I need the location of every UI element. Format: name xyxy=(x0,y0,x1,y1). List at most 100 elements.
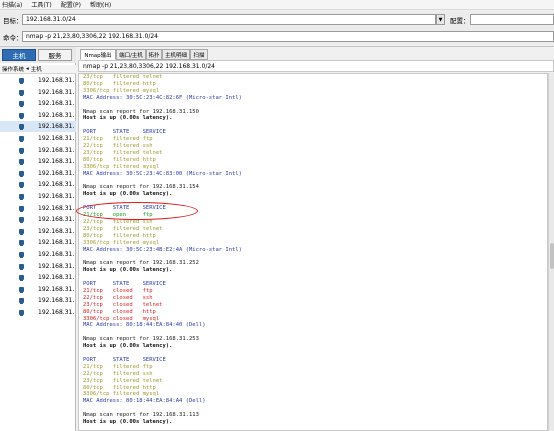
results-panel: Nmap输出 端口/主机 拓扑 主机明细 扫描 nmap -p 21,23,80… xyxy=(78,47,554,431)
host-ip: 192.168.31.1 xyxy=(38,158,74,166)
output-line: MAC Address: 30:5C:23:4C:83:00 (Micro-st… xyxy=(83,170,242,177)
output-line: MAC Address: 30:5C:23:4B:E2:4A (Micro-st… xyxy=(83,246,242,253)
host-ip: 192.168.31.1 xyxy=(38,239,74,247)
computer-icon xyxy=(19,263,24,270)
command-input[interactable]: nmap -p 21,23,80,3306,22 192.168.31.0/24 xyxy=(22,31,554,42)
computer-icon xyxy=(19,194,24,200)
host-ip: 192.168.31.1 xyxy=(38,111,74,119)
host-ip: 192.168.31.1 xyxy=(38,181,74,189)
tab-nmap-output[interactable]: Nmap输出 xyxy=(80,49,116,60)
menu-tools[interactable]: 工具(T) xyxy=(31,0,51,9)
output-line: MAC Address: 30:5C:23:4C:82:6F (Micro-st… xyxy=(83,94,242,101)
tab-topology[interactable]: 拓扑 xyxy=(146,49,162,60)
host-list-item[interactable]: 192.168.31.1 xyxy=(0,156,76,167)
output-line: 21/tcp filtered ftp xyxy=(83,136,153,143)
host-ip: 192.168.31.1 xyxy=(38,262,74,270)
output-line: Nmap scan report for 192.168.31.150 xyxy=(83,108,199,115)
computer-icon xyxy=(19,89,24,96)
output-line: Nmap scan report for 192.168.31.253 xyxy=(83,336,199,343)
tab-ports-hosts[interactable]: 端口/主机 xyxy=(116,49,146,60)
output-line: 80/tcp filtered http xyxy=(83,156,156,163)
output-line: 80/tcp closed http xyxy=(83,308,156,315)
host-list-item[interactable]: 192.168.31.1 xyxy=(0,214,76,225)
output-line: 23/tcp closed telnet xyxy=(83,301,163,308)
host-list-item[interactable]: 192.168.31.1 xyxy=(0,226,76,237)
host-list-item[interactable]: 192.168.31.1 xyxy=(0,261,76,272)
host-ip: 192.168.31.1 xyxy=(38,297,74,305)
host-ip: 192.168.31.1 xyxy=(38,216,74,224)
target-row: 目标： 192.168.31.0/24 ▼ 配置： xyxy=(0,11,554,28)
computer-icon xyxy=(19,286,24,293)
scrollbar-thumb[interactable] xyxy=(550,243,554,269)
computer-icon xyxy=(19,240,24,247)
computer-icon xyxy=(19,147,24,154)
output-line: MAC Address: 80:18:44:EA:84:A4 (Dell) xyxy=(83,398,206,405)
computer-icon xyxy=(19,310,24,316)
command-label: 命令： xyxy=(3,34,23,42)
computer-icon xyxy=(19,298,24,305)
menu-help[interactable]: 帮助(H) xyxy=(90,0,111,9)
host-ip: 192.168.31.1 xyxy=(38,88,74,96)
computer-icon xyxy=(19,217,24,224)
target-input[interactable]: 192.168.31.0/24 xyxy=(22,14,436,25)
output-line: 23/tcp filtered telnet xyxy=(83,225,163,232)
output-line: 22/tcp filtered ssh xyxy=(83,370,153,377)
host-ip: 192.168.31.1 xyxy=(38,204,74,212)
host-ip: 192.168.31.1 xyxy=(38,251,74,258)
output-line: 22/tcp closed ssh xyxy=(83,294,153,301)
host-list-item[interactable]: 192.168.31.1 xyxy=(0,75,76,86)
host-list-item[interactable]: 192.168.31.2 xyxy=(0,307,76,318)
menu-profile[interactable]: 配置(P) xyxy=(61,0,81,9)
highlight-oval-annotation xyxy=(76,202,198,220)
host-list-item[interactable]: 192.168.31.1 xyxy=(0,295,76,306)
host-list-item[interactable]: 192.168.31.1 xyxy=(0,249,76,260)
host-list-item[interactable]: 192.168.31.1 xyxy=(0,203,76,214)
tab-scans[interactable]: 扫描 xyxy=(190,49,208,60)
nmap-output-text[interactable]: 23/tcp filtered telnet 80/tcp filtered ht… xyxy=(78,73,548,431)
tab-host-details[interactable]: 主机明细 xyxy=(162,49,190,60)
target-dropdown-button[interactable]: ▼ xyxy=(436,14,445,25)
host-list-item[interactable]: 192.168.31.1 xyxy=(0,191,76,202)
computer-icon xyxy=(19,101,24,108)
target-label: 目标： xyxy=(3,17,23,25)
tab-hosts[interactable]: 主机 xyxy=(2,49,36,61)
host-list-item[interactable]: 192.168.31.1 xyxy=(0,272,76,283)
profile-select[interactable] xyxy=(470,14,554,25)
host-list-item[interactable]: 192.168.31.1 xyxy=(0,145,76,156)
menu-scan[interactable]: 扫描(a) xyxy=(2,0,22,9)
column-host[interactable]: 主机 xyxy=(29,65,42,73)
host-list-item[interactable]: 192.168.31.1 xyxy=(0,121,76,133)
computer-icon xyxy=(19,228,24,235)
host-list-item[interactable]: 192.168.31.1 xyxy=(0,87,76,98)
host-list-item[interactable]: 192.168.31.1 xyxy=(0,110,76,121)
host-list-item[interactable]: 192.168.31.1 xyxy=(0,237,76,248)
host-list-header: 操作系统 ◂ 主机 xyxy=(0,65,76,74)
host-list-item[interactable]: 192.168.31.1 xyxy=(0,98,76,109)
profile-label: 配置： xyxy=(450,17,470,25)
command-row: 命令： nmap -p 21,23,80,3306,22 192.168.31.… xyxy=(0,28,554,45)
output-line: Host is up (0.00s latency). xyxy=(83,419,173,425)
host-panel: 主机 服务 操作系统 ◂ 主机 192.168.31.1 192.168.31.1… xyxy=(0,47,76,431)
host-ip: 192.168.31.1 xyxy=(38,146,74,154)
output-scrollbar[interactable] xyxy=(548,73,554,431)
output-line: 23/tcp filtered telnet xyxy=(83,74,163,80)
host-ip: 192.168.31.1 xyxy=(38,123,74,131)
host-ip: 192.168.31.2 xyxy=(38,309,74,316)
computer-icon xyxy=(19,78,24,84)
host-ip: 192.168.31.1 xyxy=(38,274,74,282)
computer-icon xyxy=(19,252,24,258)
host-ip: 192.168.31.1 xyxy=(38,100,74,108)
host-list-item[interactable]: 192.168.31.1 xyxy=(0,168,76,179)
host-list-item[interactable]: 192.168.31.1 xyxy=(0,133,76,144)
output-command-echo: nmap -p 21,23,80,3306,22 192.168.31.0/24 xyxy=(78,60,554,72)
output-line: 23/tcp filtered telnet xyxy=(83,149,163,156)
column-os[interactable]: 操作系统 xyxy=(0,65,24,73)
host-list-item[interactable]: 192.168.31.1 xyxy=(0,284,76,295)
output-line: PORT STATE SERVICE xyxy=(83,356,166,363)
output-line: MAC Address: 80:18:44:EA:84:40 (Dell) xyxy=(83,322,206,329)
tab-services[interactable]: 服务 xyxy=(38,49,72,61)
output-line: 80/tcp filtered http xyxy=(83,384,156,391)
results-tabs: Nmap输出 端口/主机 拓扑 主机明细 扫描 xyxy=(78,49,554,60)
output-line: 3306/tcp filtered mysql xyxy=(83,87,160,94)
host-list-item[interactable]: 192.168.31.1 xyxy=(0,179,76,190)
